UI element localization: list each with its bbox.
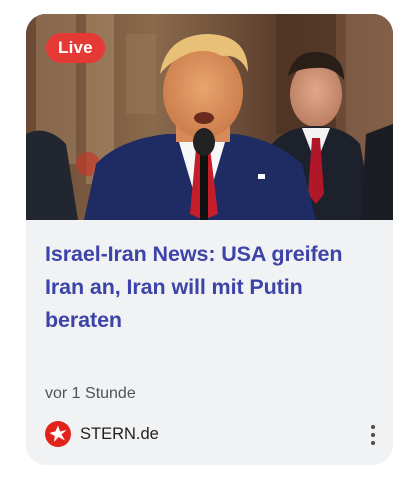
- more-vert-icon[interactable]: [367, 422, 379, 448]
- news-thumbnail[interactable]: Live: [26, 14, 393, 220]
- article-headline[interactable]: Israel-Iran News: USA greifen Iran an, I…: [45, 238, 380, 337]
- news-card[interactable]: Live Israel-Iran News: USA greifen Iran …: [26, 14, 393, 465]
- publish-time: vor 1 Stunde: [45, 385, 136, 402]
- source-name: STERN.de: [80, 425, 159, 443]
- source-row[interactable]: STERN.de: [45, 421, 375, 447]
- live-badge: Live: [46, 33, 105, 63]
- stern-logo-icon: [45, 421, 71, 447]
